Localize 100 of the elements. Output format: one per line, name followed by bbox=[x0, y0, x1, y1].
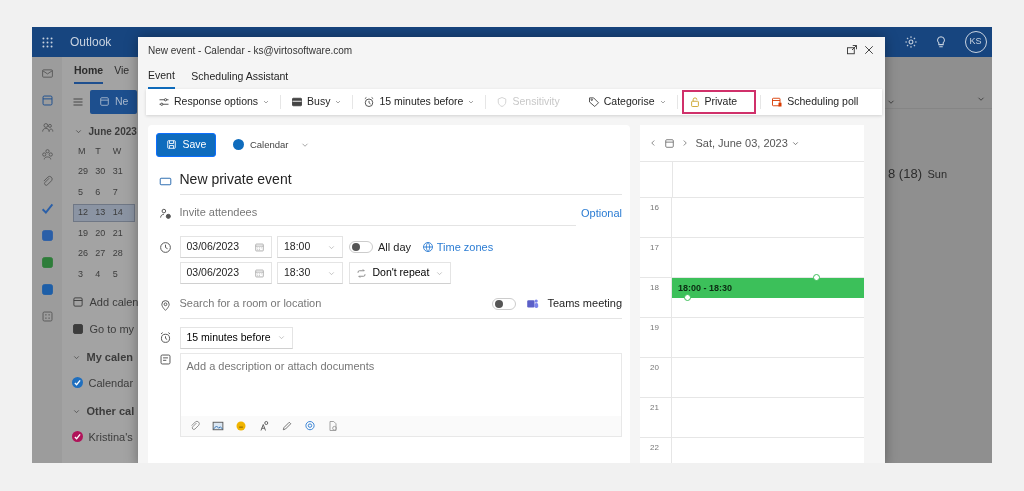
location-field[interactable]: Search for a room or location Teams meeting bbox=[179, 292, 622, 319]
selected-week[interactable]: 12 13 14 bbox=[74, 205, 134, 221]
app-icon[interactable] bbox=[40, 256, 54, 269]
optional-link[interactable]: Optional bbox=[581, 205, 622, 222]
save-button[interactable]: Save bbox=[156, 133, 217, 157]
attendees-field[interactable]: Invite attendees bbox=[179, 200, 576, 227]
calendar-day[interactable]: 26 bbox=[78, 247, 96, 261]
calendar-day[interactable]: 20 bbox=[95, 226, 113, 240]
calendar-day[interactable]: 28 bbox=[112, 247, 130, 261]
pop-out-icon[interactable] bbox=[845, 44, 858, 56]
weekday-label: M bbox=[78, 144, 87, 158]
pen-icon[interactable] bbox=[280, 419, 293, 432]
apps-icon[interactable] bbox=[40, 310, 54, 323]
calendar-day[interactable]: 29 bbox=[78, 165, 96, 179]
app-launcher-icon[interactable] bbox=[40, 35, 54, 49]
resize-handle[interactable] bbox=[813, 274, 820, 281]
calendar-day[interactable]: 12 bbox=[78, 206, 96, 220]
calendar-day[interactable]: 19 bbox=[78, 226, 96, 240]
emoji-icon[interactable] bbox=[234, 419, 247, 432]
people-icon[interactable] bbox=[40, 121, 54, 134]
date-picker-icon bbox=[253, 267, 265, 279]
calendar-day[interactable]: 13 bbox=[95, 206, 113, 220]
nav-link[interactable]: Add calen bbox=[89, 294, 139, 311]
document-icon[interactable] bbox=[326, 419, 339, 432]
hour-label: 20 bbox=[640, 358, 672, 397]
calendar-day[interactable]: 30 bbox=[95, 165, 113, 179]
placeholder: Invite attendees bbox=[179, 204, 259, 220]
day-heading: 8 (18) bbox=[888, 165, 922, 183]
close-icon[interactable] bbox=[863, 44, 875, 56]
globe-icon bbox=[422, 241, 435, 254]
date-picker[interactable]: Sat, June 03, 2023 bbox=[695, 134, 800, 152]
hour-label: 21 bbox=[640, 398, 672, 437]
hour-label: 22 bbox=[640, 438, 672, 463]
calendar-day[interactable]: 4 bbox=[95, 267, 113, 281]
calendar-day[interactable]: 7 bbox=[112, 185, 130, 199]
calendar-day[interactable]: 5 bbox=[78, 185, 96, 199]
calendar-color-dot[interactable] bbox=[72, 431, 83, 443]
calendar-day[interactable]: 21 bbox=[112, 226, 130, 240]
start-date-field[interactable]: 03/06/2023 bbox=[179, 236, 272, 259]
weekday-label: Sun bbox=[927, 167, 948, 182]
calendar-day[interactable]: 6 bbox=[95, 185, 113, 199]
start-time-field[interactable]: 18:00 bbox=[277, 236, 343, 259]
ribbon-tab[interactable]: Vie bbox=[114, 63, 130, 84]
loop-icon[interactable] bbox=[303, 419, 316, 432]
calendar-name[interactable]: Calendar bbox=[88, 374, 134, 391]
end-date-field[interactable]: 03/06/2023 bbox=[179, 262, 272, 285]
window-title: New event - Calendar - ks@virtosoftware.com bbox=[148, 43, 353, 58]
calendar-day[interactable]: 27 bbox=[95, 247, 113, 261]
toolbar-button[interactable]: Categorise bbox=[581, 91, 673, 113]
new-event-button[interactable]: Ne bbox=[89, 89, 138, 114]
calendar-day[interactable]: 5 bbox=[112, 267, 130, 281]
menu-icon[interactable] bbox=[72, 95, 84, 108]
toolbar-button[interactable]: Scheduling poll bbox=[765, 91, 877, 113]
time-zones-link[interactable]: Time zones bbox=[422, 239, 494, 256]
settings-icon[interactable] bbox=[903, 35, 918, 49]
reminder-dropdown[interactable]: 15 minutes before bbox=[179, 326, 293, 349]
calendar-picker[interactable]: Calendar bbox=[227, 136, 316, 153]
calendar-day[interactable]: 14 bbox=[112, 206, 130, 220]
teams-icon bbox=[526, 297, 540, 310]
paperclip-icon[interactable] bbox=[40, 175, 54, 188]
placeholder: Search for a room or location bbox=[179, 296, 323, 312]
group-title[interactable]: Other cal bbox=[86, 403, 135, 420]
event-block[interactable]: 18:00 - 18:30 bbox=[672, 278, 864, 298]
mail-icon[interactable] bbox=[40, 67, 54, 80]
location-icon bbox=[158, 299, 172, 312]
toolbar-button[interactable]: Response options bbox=[152, 91, 277, 113]
calendar-color-dot[interactable] bbox=[72, 377, 83, 389]
tag-icon bbox=[587, 96, 600, 108]
repeat-icon bbox=[355, 267, 367, 279]
app-icon[interactable] bbox=[40, 229, 54, 242]
nav-link[interactable]: Go to my bbox=[89, 320, 135, 337]
toolbar-button[interactable]: Busy bbox=[285, 91, 349, 113]
calendar-day[interactable]: 3 bbox=[78, 267, 96, 281]
lightbulb-icon[interactable] bbox=[934, 35, 948, 49]
repeat-dropdown[interactable]: Don't repeat bbox=[348, 262, 452, 285]
add-calendar-icon[interactable] bbox=[72, 296, 84, 309]
toolbar-button[interactable]: Private bbox=[681, 90, 757, 114]
calendar-name[interactable]: Kristina's bbox=[88, 428, 133, 445]
image-icon[interactable] bbox=[211, 419, 224, 432]
event-title-field[interactable]: New private event bbox=[179, 168, 622, 195]
toolbar-button[interactable]: 15 minutes before bbox=[357, 91, 482, 113]
group-icon[interactable] bbox=[40, 148, 54, 161]
today-icon[interactable] bbox=[663, 137, 675, 149]
tab[interactable]: Scheduling Assistant bbox=[191, 67, 289, 89]
group-title[interactable]: My calen bbox=[86, 349, 133, 366]
ribbon-tab[interactable]: Home bbox=[74, 63, 104, 84]
toggle-label: All day bbox=[378, 240, 412, 255]
resize-handle[interactable] bbox=[684, 294, 691, 301]
app-icon[interactable] bbox=[40, 283, 54, 296]
app-name: Outlook bbox=[70, 34, 112, 51]
checkmark-icon[interactable] bbox=[40, 202, 54, 215]
end-time-field[interactable]: 18:30 bbox=[277, 262, 343, 285]
calendar-day[interactable]: 31 bbox=[112, 165, 130, 179]
month-title: June 2023 bbox=[88, 124, 137, 139]
toggle-label: Teams meeting bbox=[547, 296, 622, 312]
calendar-icon[interactable] bbox=[40, 94, 54, 107]
calendar-icon bbox=[98, 96, 110, 108]
weekday-label: W bbox=[112, 144, 123, 158]
description-field[interactable]: Add a description or attach documents bbox=[179, 352, 622, 437]
app-icon[interactable] bbox=[72, 322, 84, 335]
